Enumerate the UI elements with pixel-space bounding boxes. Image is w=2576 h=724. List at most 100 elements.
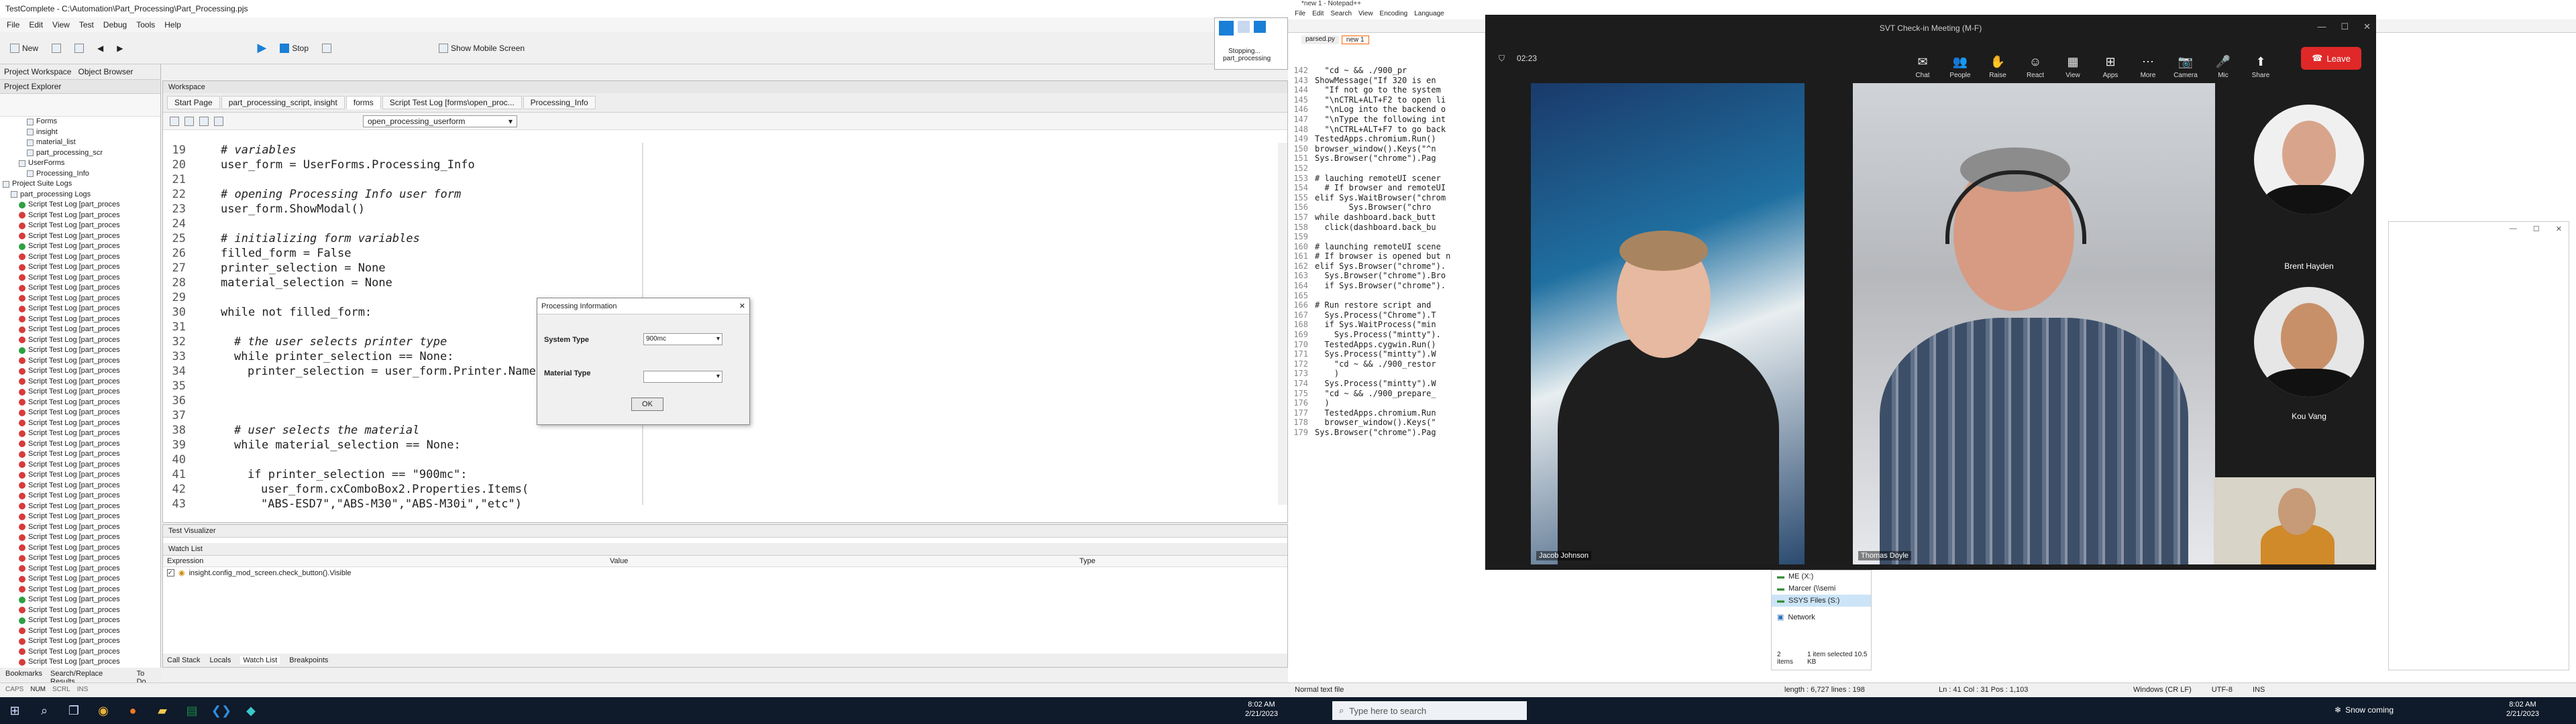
tree-item[interactable]: Script Test Log [part_proces [3, 491, 160, 501]
apps-button[interactable]: ⊞ Apps [2092, 55, 2129, 79]
menu-view[interactable]: View [52, 20, 70, 29]
tree-item[interactable]: Script Test Log [part_proces [3, 314, 160, 325]
workspace-tab[interactable]: part_processing_script, insight [221, 96, 345, 109]
tree-item[interactable]: Script Test Log [part_proces [3, 398, 160, 408]
excel-app[interactable]: ▤ [181, 700, 203, 721]
workspace-tab[interactable]: Start Page [167, 96, 220, 109]
tab-bookmarks[interactable]: Bookmarks [5, 670, 42, 679]
system-type-select[interactable]: 900mc ▾ [643, 333, 722, 345]
tree-item[interactable]: Script Test Log [part_proces [3, 460, 160, 471]
notepad-code[interactable]: 142 "cd ~ && ./900_pr 143 ShowMessage("If … [1288, 66, 1489, 438]
col-expression[interactable]: Expression [163, 556, 606, 566]
run-button[interactable]: ▶ [252, 40, 271, 57]
tree-item[interactable]: Script Test Log [part_proces [3, 605, 160, 616]
checkbox-icon[interactable]: ✓ [167, 569, 174, 577]
close-icon[interactable]: ✕ [2363, 21, 2371, 32]
recording-badge[interactable]: Stopping... part_processing [1214, 17, 1288, 70]
tab-project-workspace[interactable]: Project Workspace [4, 67, 71, 76]
tree-item[interactable]: Script Test Log [part_proces [3, 564, 160, 575]
tree-item[interactable]: Script Test Log [part_proces [3, 543, 160, 554]
tree-item[interactable]: Script Test Log [part_proces [3, 418, 160, 429]
uncomment-icon[interactable] [214, 116, 223, 126]
tree-item[interactable]: Script Test Log [part_proces [3, 501, 160, 512]
view-button[interactable]: ▦ View [2054, 55, 2092, 79]
avatar-brent[interactable] [2254, 105, 2364, 215]
tree-item[interactable]: Script Test Log [part_proces [3, 231, 160, 242]
start-button[interactable]: ⊞ [4, 700, 25, 721]
stop-record-icon[interactable] [1254, 21, 1266, 33]
people-button[interactable]: 👥 People [1941, 55, 1979, 79]
np-menu-search[interactable]: Search [1330, 10, 1352, 17]
tree-item[interactable]: Script Test Log [part_proces [3, 366, 160, 377]
tree-item[interactable]: Script Test Log [part_proces [3, 408, 160, 418]
new-button[interactable]: New [5, 40, 43, 57]
workspace-tab[interactable]: Processing_Info [523, 96, 596, 109]
tree-item[interactable]: Script Test Log [part_proces [3, 273, 160, 284]
leave-button[interactable]: ☎ Leave [2301, 47, 2361, 70]
video-tile-jacob[interactable]: Jacob Johnson [1531, 83, 1805, 564]
tree-item[interactable]: Script Test Log [part_proces [3, 522, 160, 533]
tree-item[interactable]: Script Test Log [part_proces [3, 449, 160, 460]
tab-search-replace[interactable]: Search/Replace Results [50, 670, 129, 686]
mic-button[interactable]: 🎤 Mic [2204, 55, 2242, 79]
indent-icon[interactable] [170, 116, 179, 126]
np-tab-parsed[interactable]: parsed.py [1301, 36, 1339, 44]
avatar-kou[interactable] [2254, 287, 2364, 397]
minimize-icon[interactable]: — [2510, 225, 2517, 233]
function-dropdown[interactable]: open_processing_userform ▾ [363, 115, 517, 127]
close-icon[interactable]: ✕ [739, 302, 745, 310]
maximize-icon[interactable]: ☐ [2341, 21, 2349, 32]
tree-item[interactable]: Script Test Log [part_proces [3, 324, 160, 335]
tree-item[interactable]: Script Test Log [part_proces [3, 428, 160, 439]
tree-item[interactable]: Project Suite Logs [3, 179, 160, 190]
testcomplete-app[interactable]: ◆ [240, 700, 262, 721]
np-menu-encoding[interactable]: Encoding [1380, 10, 1408, 17]
tree-item[interactable]: part_processing_scr [3, 148, 160, 159]
show-mobile-button[interactable]: Show Mobile Screen [434, 40, 529, 57]
tree-item[interactable]: Script Test Log [part_proces [3, 532, 160, 543]
tree-item[interactable]: Script Test Log [part_proces [3, 439, 160, 450]
drive-ssys[interactable]: ▬ SSYS Files (S:) [1772, 595, 1871, 607]
tree-item[interactable]: Script Test Log [part_proces [3, 200, 160, 210]
tree-item[interactable]: Script Test Log [part_proces [3, 595, 160, 605]
share-button[interactable]: ⬆ Share [2242, 55, 2279, 79]
close-icon[interactable]: ✕ [2556, 225, 2562, 233]
menu-help[interactable]: Help [164, 20, 181, 29]
np-menu-language[interactable]: Language [1414, 10, 1444, 17]
clock-right[interactable]: 8:02 AM 2/21/2023 [2506, 700, 2539, 719]
tree-item[interactable]: Forms [3, 117, 160, 127]
tree-item[interactable]: Script Test Log [part_proces [3, 335, 160, 346]
workspace-tab[interactable]: forms [345, 96, 381, 109]
tree-item[interactable]: Processing_Info [3, 169, 160, 180]
meeting-info[interactable]: ⛉ 02:23 [1499, 54, 1537, 64]
shield-icon[interactable]: ⛉ [1499, 54, 1505, 64]
maximize-icon[interactable]: ☐ [2533, 225, 2540, 233]
tree-item[interactable]: Script Test Log [part_proces [3, 252, 160, 263]
chrome-app[interactable]: ◉ [93, 700, 114, 721]
menu-debug[interactable]: Debug [103, 20, 127, 29]
tab-breakpoints[interactable]: Breakpoints [289, 656, 328, 664]
drive-me[interactable]: ▬ ME (X:) [1772, 570, 1871, 583]
tab-todo[interactable]: To Do [137, 670, 156, 686]
tree-item[interactable]: Script Test Log [part_proces [3, 585, 160, 595]
tree-item[interactable]: insight [3, 127, 160, 138]
more-button[interactable]: ⋯ More [2129, 55, 2167, 79]
tree-item[interactable]: Script Test Log [part_proces [3, 615, 160, 626]
raise-button[interactable]: ✋ Raise [1979, 55, 2017, 79]
tab-watch-list[interactable]: Watch List [240, 656, 280, 664]
tree-item[interactable]: Script Test Log [part_proces [3, 647, 160, 658]
save-button[interactable] [70, 40, 89, 57]
video-tile-thomas[interactable]: Thomas Doyle [1853, 83, 2215, 564]
tree-item[interactable]: Script Test Log [part_proces [3, 553, 160, 564]
menu-tools[interactable]: Tools [136, 20, 155, 29]
tree-item[interactable]: Script Test Log [part_proces [3, 241, 160, 252]
tree-item[interactable]: Script Test Log [part_proces [3, 283, 160, 294]
vscode-app[interactable]: ❮❯ [211, 700, 232, 721]
ok-button[interactable]: OK [631, 398, 663, 411]
np-menu-edit[interactable]: Edit [1312, 10, 1324, 17]
outdent-icon[interactable] [184, 116, 194, 126]
menu-test[interactable]: Test [79, 20, 94, 29]
firefox-app[interactable]: ● [122, 700, 144, 721]
test-visualizer-title[interactable]: Test Visualizer [163, 525, 1287, 538]
np-tab-new1[interactable]: new 1 [1341, 36, 1369, 44]
